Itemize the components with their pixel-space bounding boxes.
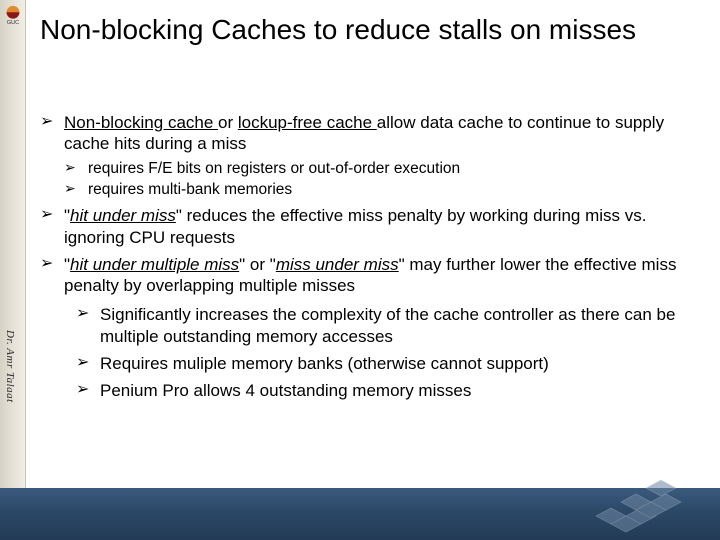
bullet-1: Non-blocking cache or lockup-free cache … [40,112,695,199]
term-hit-under-multiple-miss: hit under multiple miss [70,255,239,274]
author-label: Dr. Amr Talaat [4,330,16,403]
text: " or " [239,255,276,274]
bullet-4-sub-2: Requires muliple memory banks (otherwise… [76,353,695,374]
bullet-3: "hit under multiple miss" or "miss under… [40,254,695,297]
slide-content: Non-blocking cache or lockup-free cache … [40,112,695,407]
footer-graphic-icon [576,478,696,538]
bullet-4-sub-3: Penium Pro allows 4 outstanding memory m… [76,380,695,401]
term-miss-under-miss: miss under miss [276,255,399,274]
slide-title: Non-blocking Caches to reduce stalls on … [40,14,690,46]
sub-block: Significantly increases the complexity o… [76,304,695,401]
slide: GUC Dr. Amr Talaat Non-blocking Caches t… [0,0,720,540]
bullet-1-sub-1: requires F/E bits on registers or out-of… [64,159,695,178]
term-lockup-free-cache: lockup-free cache [238,113,377,132]
text: or [218,113,238,132]
bullet-2: "hit under miss" reduces the effective m… [40,205,695,248]
term-hit-under-miss: hit under miss [70,206,176,225]
left-band [0,0,26,540]
bullet-1-sub-2: requires multi-bank memories [64,180,695,199]
guc-logo-icon: GUC [2,4,24,26]
bullet-4-sub-1: Significantly increases the complexity o… [76,304,695,347]
term-nonblocking-cache: Non-blocking cache [64,113,218,132]
svg-text:GUC: GUC [7,20,19,26]
